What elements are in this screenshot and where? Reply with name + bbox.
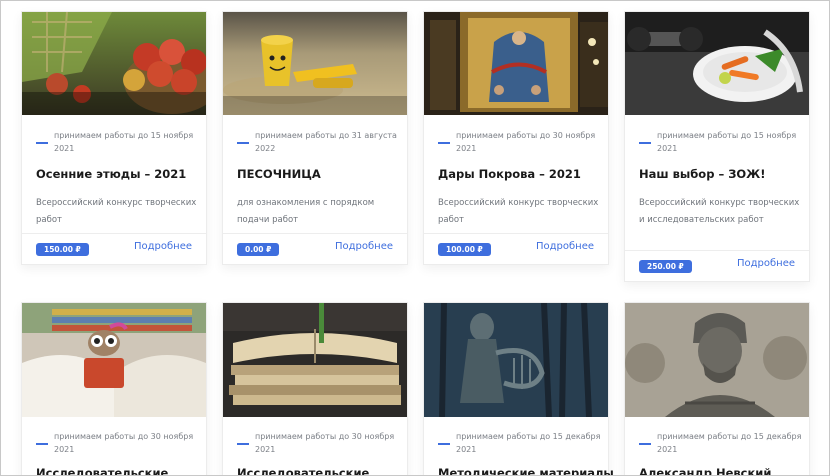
contest-card-sandbox[interactable]: принимаем работы до 31 августа 2022 ПЕСО… [222,11,408,265]
contest-card-research-2[interactable]: принимаем работы до 30 ноября 2021 Иссле… [222,302,408,475]
card-image-icon[interactable] [424,12,608,115]
price-badge: 0.00 ₽ [237,243,280,256]
accent-dash [639,443,651,445]
details-link[interactable]: Подробнее [134,241,192,252]
card-image-sand-toy[interactable] [223,12,407,115]
details-link[interactable]: Подробнее [536,241,594,252]
price-badge: 250.00 ₽ [639,260,692,273]
card-title[interactable]: Исследовательские [36,466,204,475]
details-link[interactable]: Подробнее [335,241,393,252]
accent-dash [237,142,249,144]
card-image-book-figure[interactable] [22,303,206,417]
contest-card-healthy[interactable]: принимаем работы до 15 ноября 2021 Наш в… [624,11,810,282]
contest-card-research-1[interactable]: принимаем работы до 30 ноября 2021 Иссле… [21,302,207,475]
card-description: Всероссийский конкурс творческих работ [36,198,197,225]
card-description: Всероссийский конкурс творческих и иссле… [639,198,800,225]
card-description: Всероссийский конкурс творческих работ [438,198,599,225]
contest-card-nevsky[interactable]: принимаем работы до 15 декабря 2021 Алек… [624,302,810,475]
accent-dash [438,142,450,144]
card-image-nevsky[interactable] [625,303,809,417]
card-image-vegetables[interactable] [625,12,809,115]
accent-dash [36,142,48,144]
deadline-text: принимаем работы до 30 ноября 2021 [456,131,596,153]
card-title[interactable]: Методические материалы [438,466,614,475]
card-image-statue[interactable] [424,303,608,417]
contest-card-methodical[interactable]: принимаем работы до 15 декабря 2021 Мето… [423,302,614,475]
card-image-books[interactable] [223,303,407,417]
accent-dash [237,443,249,445]
deadline-text: принимаем работы до 15 декабря 2021 [657,432,802,454]
contest-card-pokrov[interactable]: принимаем работы до 30 ноября 2021 Дары … [423,11,609,265]
deadline-text: принимаем работы до 31 августа 2022 [255,131,397,153]
card-image-apples[interactable] [22,12,206,115]
card-title[interactable]: Осенние этюды – 2021 [36,167,204,181]
contest-card-autumn[interactable]: принимаем работы до 15 ноября 2021 Осенн… [21,11,207,265]
deadline-text: принимаем работы до 15 ноября 2021 [54,131,194,153]
card-title[interactable]: Дары Покрова – 2021 [438,167,606,181]
card-title[interactable]: ПЕСОЧНИЦА [237,167,405,181]
deadline-text: принимаем работы до 15 ноября 2021 [657,131,797,153]
accent-dash [438,443,450,445]
price-badge: 100.00 ₽ [438,243,491,256]
deadline-text: принимаем работы до 30 ноября 2021 [255,432,395,454]
card-title[interactable]: Александр Невский [639,466,807,475]
browser-viewport: принимаем работы до 15 ноября 2021 Осенн… [0,0,830,476]
price-badge: 150.00 ₽ [36,243,89,256]
card-description: для ознакомления с порядком подачи работ [237,198,375,225]
accent-dash [639,142,651,144]
card-title[interactable]: Наш выбор – ЗОЖ! [639,167,807,181]
details-link[interactable]: Подробнее [737,258,795,269]
deadline-text: принимаем работы до 30 ноября 2021 [54,432,194,454]
deadline-text: принимаем работы до 15 декабря 2021 [456,432,601,454]
card-title[interactable]: Исследовательские [237,466,405,475]
accent-dash [36,443,48,445]
